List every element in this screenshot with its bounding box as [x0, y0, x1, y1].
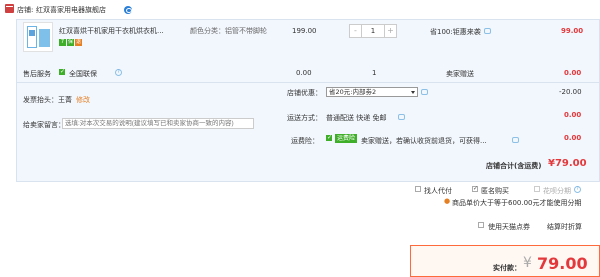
quantity-decrease-button[interactable]: - — [350, 25, 362, 37]
service-price: 0.00 — [296, 69, 312, 77]
help-icon[interactable]: ? — [115, 69, 122, 76]
delivery-info-icon[interactable] — [398, 114, 405, 120]
delivery-value: 普通配送 快递 免邮 — [326, 114, 387, 122]
store-coupon-label: 店铺优惠： — [287, 89, 322, 97]
proxy-pay-checkbox[interactable] — [415, 186, 421, 192]
wangwang-chat-icon[interactable] — [124, 6, 132, 14]
huabei-label: 花呗分期 — [543, 187, 571, 195]
quantity-increase-button[interactable]: + — [384, 25, 396, 37]
proxy-pay-label: 找人代付 — [424, 187, 452, 195]
tmall-points-checkbox[interactable] — [478, 222, 484, 228]
promo-info-icon[interactable] — [484, 28, 491, 34]
refund-badge: 退 — [75, 39, 82, 46]
service-checkbox[interactable] — [59, 68, 65, 75]
delivery-amount: 0.00 — [564, 111, 582, 119]
anonymous-checkbox[interactable] — [472, 185, 478, 192]
message-label: 给卖家留言： — [23, 121, 65, 129]
invoice-name: 王菁 — [58, 96, 72, 104]
seven-day-return-badge: 7 — [59, 39, 66, 46]
store-coupon-select[interactable]: 省20元:内部劵2 — [326, 87, 418, 97]
payment-currency: ¥ — [523, 255, 532, 271]
store-header: 店铺: 红双喜家用电器旗舰店 — [0, 0, 600, 20]
store-icon — [5, 4, 14, 13]
unit-price: 199.00 — [292, 27, 317, 35]
store-total-label: 店铺合计(含运费) — [486, 162, 542, 170]
message-input[interactable] — [62, 118, 254, 129]
product-spec: 颜色分类：铝管不带脚轮 — [190, 27, 267, 35]
payment-box: 实付款： ¥ 79.00 — [410, 245, 600, 277]
insurance-label: 运费险： — [291, 137, 319, 145]
promo-text: 省100:钜惠来袭 — [430, 28, 481, 36]
anonymous-label: 匿名购买 — [481, 187, 509, 195]
coupon-info-icon[interactable] — [421, 89, 428, 95]
product-thumbnail[interactable] — [23, 22, 53, 52]
invoice-edit-link[interactable]: 修改 — [76, 95, 90, 105]
chevron-down-icon — [411, 91, 415, 94]
store-coupon-selected: 省20元:内部劵2 — [329, 88, 377, 96]
service-subtotal: 0.00 — [564, 69, 582, 77]
insurance-checkbox[interactable] — [326, 134, 332, 141]
service-quantity: 1 — [372, 69, 377, 77]
store-coupon-amount: -20.00 — [559, 88, 582, 96]
settle-time-label: 结算时折算 — [547, 223, 582, 231]
huabei-help-icon[interactable]: ? — [574, 186, 581, 193]
store-name-link[interactable]: 红双喜家用电器旗舰店 — [36, 5, 106, 15]
delivery-label: 运送方式： — [287, 114, 322, 122]
quantity-input[interactable]: 1 — [362, 25, 384, 37]
insurance-tag: 运费险 — [335, 134, 358, 143]
insurance-info-icon[interactable] — [512, 137, 519, 143]
warranty-link[interactable]: 全国联保 — [69, 69, 97, 79]
payment-amount: 79.00 — [537, 254, 588, 273]
invoice-label: 发票抬头： — [23, 96, 58, 104]
insurance-text: 卖家赠送，若确认收货前退货，可获得... — [361, 137, 487, 145]
service-label: 售后服务 — [23, 70, 51, 78]
payment-label: 实付款： — [493, 264, 521, 272]
product-title-link[interactable]: 红双喜烘干机家用干衣机烘衣机... — [59, 26, 164, 36]
huabei-checkbox[interactable] — [534, 186, 540, 192]
huabei-note: 商品单价大于等于600.00元才能使用分期 — [452, 199, 582, 207]
guarantee-badge: 保 — [67, 39, 74, 46]
store-total-amount: ¥79.00 — [548, 158, 587, 169]
location-pin-icon: ● — [444, 197, 451, 205]
service-gift-label: 卖家赠送 — [446, 70, 474, 78]
store-label: 店铺: — [17, 6, 34, 14]
item-subtotal: 99.00 — [561, 27, 584, 35]
quantity-stepper: - 1 + — [349, 24, 397, 38]
tmall-points-label: 使用天猫点券 — [488, 223, 530, 231]
insurance-amount: 0.00 — [564, 134, 582, 142]
